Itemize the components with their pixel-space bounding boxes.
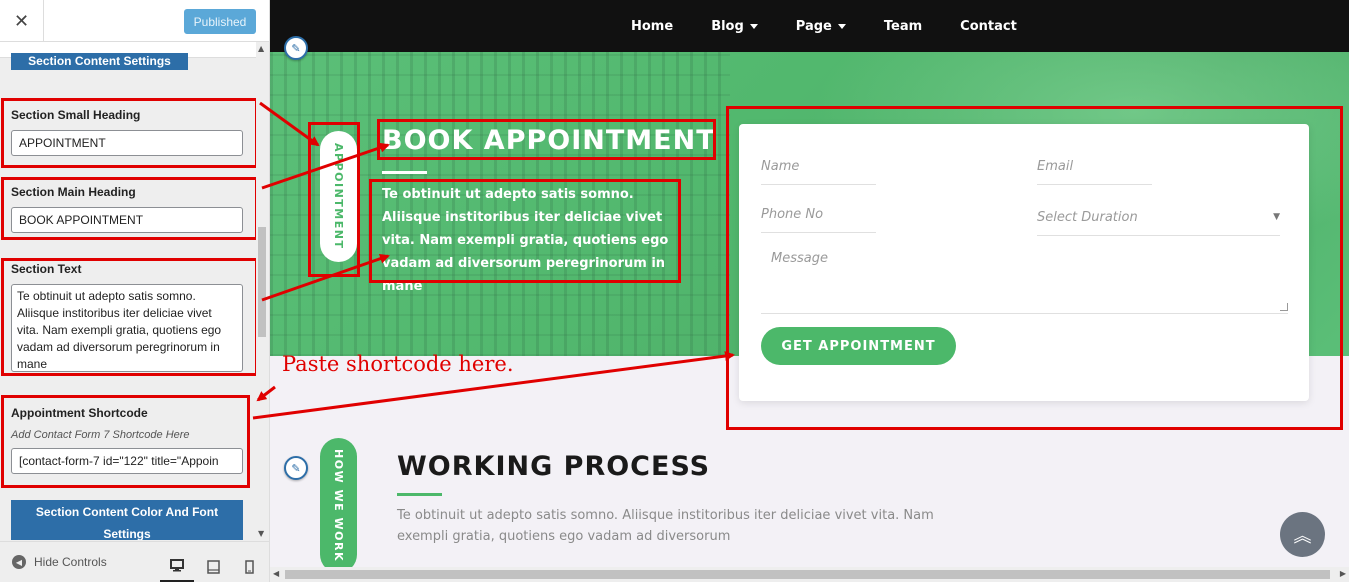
preview-horizontal-scrollbar[interactable]: ◀ ▶ <box>270 567 1349 582</box>
hide-controls-label: Hide Controls <box>34 555 107 569</box>
nav-team[interactable]: Team <box>884 19 922 34</box>
working-small-heading-text: HOW WE WORK <box>332 449 345 562</box>
scrollbar-thumb[interactable] <box>258 227 266 337</box>
highlight-shortcode <box>1 395 250 488</box>
tablet-preview-button[interactable] <box>196 550 230 582</box>
scroll-left-icon[interactable]: ◀ <box>273 569 279 578</box>
working-small-heading: HOW WE WORK <box>320 438 357 573</box>
horizontal-scroll-thumb[interactable] <box>285 570 1330 579</box>
nav-home-label: Home <box>631 18 674 34</box>
working-process-text: Te obtinuit ut adepto satis somno. Aliis… <box>397 508 934 544</box>
mobile-preview-button[interactable] <box>232 550 266 582</box>
scroll-up-icon[interactable]: ▲ <box>258 44 264 53</box>
desktop-icon <box>170 558 184 571</box>
scroll-down-icon[interactable]: ▼ <box>258 529 264 538</box>
paste-shortcode-annotation: Paste shortcode here. <box>282 352 514 376</box>
published-button[interactable]: Published <box>184 9 256 34</box>
nav-blog[interactable]: Blog <box>711 19 758 34</box>
highlight-form <box>726 106 1343 430</box>
collapse-arrow-icon: ◀ <box>12 555 26 569</box>
nav-team-label: Team <box>883 18 923 34</box>
title-underline <box>382 171 427 174</box>
highlight-section-text <box>1 258 256 376</box>
double-chevron-up-icon: ︽ <box>1293 525 1312 547</box>
working-title-underline <box>397 493 442 496</box>
customizer-sidebar: ✕ Published Section Content Settings Sec… <box>0 0 270 582</box>
edit-shortcut-icon[interactable]: ✎ <box>284 36 308 60</box>
main-navigation: Home Blog Page Team Contact <box>270 0 1349 52</box>
nav-contact[interactable]: Contact <box>960 19 1017 34</box>
highlight-main-heading <box>1 177 256 240</box>
chevron-down-icon <box>837 23 846 29</box>
highlight-small-heading-pill <box>308 122 360 277</box>
sidebar-scrollbar[interactable]: ▲ ▼ <box>256 42 268 540</box>
desktop-preview-button[interactable] <box>160 550 194 582</box>
tablet-icon <box>206 559 220 574</box>
color-font-settings-heading[interactable]: Section Content Color And Font Settings <box>11 500 243 540</box>
customizer-footer: ◀ Hide Controls <box>0 541 269 582</box>
hide-controls-button[interactable]: ◀ Hide Controls <box>12 555 107 569</box>
mobile-icon <box>244 559 254 574</box>
highlight-main-title <box>377 119 716 160</box>
nav-page[interactable]: Page <box>796 19 846 34</box>
close-icon: ✕ <box>13 10 30 32</box>
edit-shortcut-icon[interactable]: ✎ <box>284 456 308 480</box>
scroll-to-top-button[interactable]: ︽ <box>1280 512 1325 557</box>
working-process-title: WORKING PROCESS <box>397 451 711 482</box>
close-button[interactable]: ✕ <box>0 0 44 42</box>
highlight-small-heading <box>1 98 256 168</box>
section-content-settings-heading: Section Content Settings <box>11 53 188 70</box>
nav-page-label: Page <box>795 18 832 34</box>
highlight-section-text <box>369 179 681 283</box>
customizer-header: ✕ Published <box>0 0 269 42</box>
nav-contact-label: Contact <box>960 18 1017 34</box>
chevron-down-icon <box>749 23 758 29</box>
customizer-controls[interactable]: Section Content Settings Section Small H… <box>0 42 256 540</box>
scroll-right-icon[interactable]: ▶ <box>1340 569 1346 578</box>
nav-home[interactable]: Home <box>631 19 673 34</box>
nav-blog-label: Blog <box>711 18 744 34</box>
